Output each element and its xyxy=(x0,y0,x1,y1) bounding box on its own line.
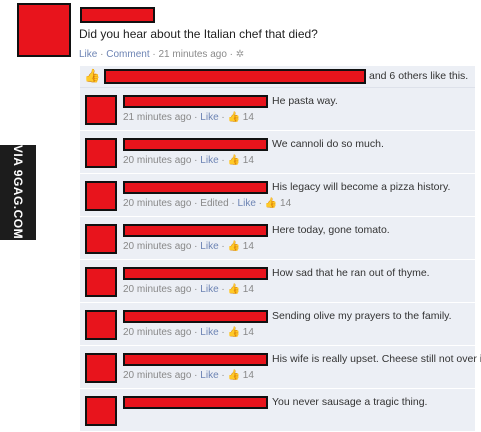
comment-like-count[interactable]: 14 xyxy=(280,198,291,209)
comment-text: His legacy will become a pizza history. xyxy=(272,181,451,193)
comment-like-link[interactable]: Like xyxy=(200,112,218,123)
comment-item: His wife is really upset. Cheese still n… xyxy=(80,346,481,389)
commenter-avatar[interactable] xyxy=(85,267,117,297)
comment-like-count[interactable]: 14 xyxy=(243,284,254,295)
comment-like-link[interactable]: Like xyxy=(200,370,218,381)
comment-meta: 20 minutes ago · Like · 👍 14 xyxy=(123,284,254,295)
commenter-avatar[interactable] xyxy=(85,396,117,426)
likers-names[interactable] xyxy=(104,69,366,84)
comment-meta: 20 minutes ago · Like · 👍 14 xyxy=(123,370,254,381)
commenter-name[interactable] xyxy=(123,267,268,280)
comment-like-link[interactable]: Like xyxy=(200,155,218,166)
comment-meta: 20 minutes ago · Edited · Like · 👍 14 xyxy=(123,198,292,209)
comment-timestamp[interactable]: 20 minutes ago xyxy=(123,370,191,381)
commenter-name[interactable] xyxy=(123,181,268,194)
comment-like-count[interactable]: 14 xyxy=(243,241,254,252)
comment-item: You never sausage a tragic thing. xyxy=(80,389,475,432)
comment-text: Sending olive my prayers to the family. xyxy=(272,310,452,322)
comment-like-count[interactable]: 14 xyxy=(243,327,254,338)
comment-list: He pasta way. 21 minutes ago · Like · 👍 … xyxy=(80,88,481,432)
commenter-avatar[interactable] xyxy=(85,224,117,254)
comment-like-count[interactable]: 14 xyxy=(243,370,254,381)
comment-timestamp[interactable]: 20 minutes ago xyxy=(123,155,191,166)
comment-timestamp[interactable]: 21 minutes ago xyxy=(123,112,191,123)
comment-like-count[interactable]: 14 xyxy=(243,112,254,123)
watermark: VIA 9GAG.COM xyxy=(0,145,36,240)
post-comment-link[interactable]: Comment xyxy=(106,49,149,60)
comment-item: His legacy will become a pizza history. … xyxy=(80,174,475,217)
post-meta: Like · Comment · 21 minutes ago · ✲ xyxy=(79,49,245,60)
comment-like-link[interactable]: Like xyxy=(200,241,218,252)
like-count-icon: 👍 xyxy=(227,327,240,338)
commenter-name[interactable] xyxy=(123,138,268,151)
commenter-avatar[interactable] xyxy=(85,310,117,340)
likes-bar: 👍 and 6 others like this. xyxy=(80,66,475,88)
comment-item: Sending olive my prayers to the family. … xyxy=(80,303,475,346)
watermark-text: VIA 9GAG.COM xyxy=(11,144,25,240)
commenter-name[interactable] xyxy=(123,396,268,409)
commenter-name[interactable] xyxy=(123,353,268,366)
commenter-name[interactable] xyxy=(123,310,268,323)
commenter-avatar[interactable] xyxy=(85,138,117,168)
post-author-avatar[interactable] xyxy=(17,3,71,57)
comment-text: We cannoli do so much. xyxy=(272,138,384,150)
comment-meta: 21 minutes ago · Like · 👍 14 xyxy=(123,112,254,123)
comment-meta: 20 minutes ago · Like · 👍 14 xyxy=(123,155,254,166)
comment-text: Here today, gone tomato. xyxy=(272,224,390,236)
comment-item: We cannoli do so much. 20 minutes ago · … xyxy=(80,131,475,174)
post-author-name[interactable] xyxy=(80,7,155,23)
comment-meta: 20 minutes ago · Like · 👍 14 xyxy=(123,241,254,252)
post-text: Did you hear about the Italian chef that… xyxy=(79,27,318,41)
comment-meta: 20 minutes ago · Like · 👍 14 xyxy=(123,327,254,338)
comment-timestamp[interactable]: 20 minutes ago xyxy=(123,241,191,252)
like-count-icon: 👍 xyxy=(227,370,240,381)
comment-text: His wife is really upset. Cheese still n… xyxy=(272,353,481,365)
like-count-icon: 👍 xyxy=(227,112,240,123)
like-count-icon: 👍 xyxy=(227,284,240,295)
comment-like-count[interactable]: 14 xyxy=(243,155,254,166)
like-count-icon: 👍 xyxy=(227,241,240,252)
comment-text: How sad that he ran out of thyme. xyxy=(272,267,430,279)
comment-like-link[interactable]: Like xyxy=(200,327,218,338)
thumbs-up-icon: 👍 xyxy=(84,68,101,83)
post-like-link[interactable]: Like xyxy=(79,49,97,60)
like-count-icon: 👍 xyxy=(227,155,240,166)
like-count-icon: 👍 xyxy=(264,198,278,209)
comment-text: You never sausage a tragic thing. xyxy=(272,396,428,408)
commenter-name[interactable] xyxy=(123,224,268,237)
commenter-avatar[interactable] xyxy=(85,353,117,383)
comment-like-link[interactable]: Like xyxy=(238,198,256,209)
privacy-gear-icon[interactable]: ✲ xyxy=(236,49,244,60)
commenter-avatar[interactable] xyxy=(85,181,117,211)
comment-edited-label[interactable]: Edited xyxy=(200,198,228,209)
comment-timestamp[interactable]: 20 minutes ago xyxy=(123,284,191,295)
comment-item: He pasta way. 21 minutes ago · Like · 👍 … xyxy=(80,88,475,131)
post-timestamp[interactable]: 21 minutes ago xyxy=(159,49,227,60)
comment-item: Here today, gone tomato. 20 minutes ago … xyxy=(80,217,475,260)
likes-others-text[interactable]: and 6 others like this. xyxy=(369,70,468,82)
commenter-name[interactable] xyxy=(123,95,268,108)
comment-like-link[interactable]: Like xyxy=(200,284,218,295)
comment-text: He pasta way. xyxy=(272,95,338,107)
comment-item: How sad that he ran out of thyme. 20 min… xyxy=(80,260,475,303)
comment-timestamp[interactable]: 20 minutes ago xyxy=(123,327,191,338)
comment-timestamp[interactable]: 20 minutes ago xyxy=(123,198,191,209)
commenter-avatar[interactable] xyxy=(85,95,117,125)
